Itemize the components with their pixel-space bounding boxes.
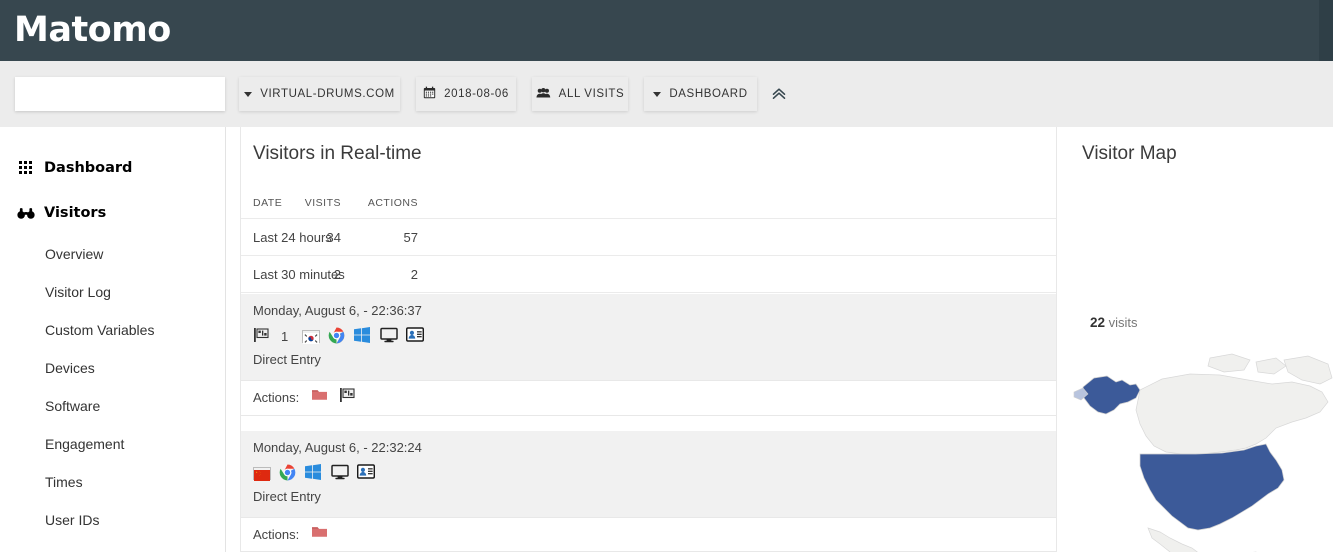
sidebar-item-overview[interactable]: Overview (0, 235, 225, 273)
sidebar-item-visitors[interactable]: Visitors (0, 191, 225, 235)
flag-pole-icon[interactable] (339, 387, 357, 405)
segment-selector-button[interactable]: ALL VISITS (532, 77, 628, 111)
flag-china-icon (253, 466, 271, 481)
widget-title: Visitors in Real-time (253, 143, 422, 164)
column-header-actions: ACTIONS (367, 196, 418, 209)
visitor-icon-row (253, 461, 375, 485)
map-region-arctic-islands (1207, 353, 1251, 373)
actions-icon-row (311, 387, 357, 405)
sidebar-subitem-label: Software (45, 398, 101, 414)
search-input[interactable] (15, 77, 225, 111)
sidebar-subitem-label: Overview (45, 246, 104, 262)
desktop-icon (380, 327, 398, 345)
sidebar-subitem-label: Custom Variables (45, 322, 155, 338)
map-region-mexico[interactable] (1147, 527, 1210, 552)
chrome-icon (328, 327, 346, 345)
folder-icon[interactable] (311, 524, 329, 542)
sidebar-item-dashboard[interactable]: Dashboard (0, 146, 225, 190)
visitors-realtime-widget: Visitors in Real-time DATE VISITS ACTION… (240, 127, 1057, 552)
realtime-summary-table: DATE VISITS ACTIONS Last 24 hours 34 57 … (241, 187, 1056, 293)
binoculars-icon (17, 204, 35, 222)
site-selector-label: VIRTUAL-DRUMS.COM (260, 88, 395, 100)
row-actions: 2 (410, 266, 418, 282)
sidebar-item-visitor-log[interactable]: Visitor Log (0, 273, 225, 311)
sidebar-subitem-label: User IDs (45, 512, 100, 528)
row-actions: 57 (403, 229, 418, 245)
chevron-double-up-icon[interactable] (770, 85, 788, 103)
header-right-strip (1319, 0, 1333, 61)
map-region-greenland (1283, 355, 1333, 385)
visitor-actions-row[interactable]: Actions: (241, 380, 1056, 416)
sidebar-item-label: Visitors (44, 205, 107, 221)
visit-count: 1 (281, 328, 289, 344)
users-icon (536, 87, 551, 102)
brand-logo: Matomo (14, 10, 171, 50)
table-row[interactable]: Last 30 minutes 2 2 (241, 256, 1056, 293)
sidebar-subitem-label: Times (45, 474, 83, 490)
visitor-datetime: Monday, August 6, - 22:36:37 (253, 303, 422, 318)
caret-down-icon (653, 91, 662, 97)
calendar-icon (423, 86, 436, 102)
visitor-datetime: Monday, August 6, - 22:32:24 (253, 440, 422, 455)
site-selector-button[interactable]: VIRTUAL-DRUMS.COM (239, 77, 400, 111)
map-region-alaska[interactable] (1082, 375, 1141, 415)
map-region-usa[interactable] (1139, 443, 1285, 531)
chrome-icon (279, 464, 297, 482)
actions-icon-row (311, 524, 329, 542)
sidebar-item-label: Dashboard (44, 160, 133, 176)
sidebar: Dashboard Visitors Overview Visitor Log … (0, 127, 226, 552)
sidebar-subitem-label: Engagement (45, 436, 125, 452)
sidebar-item-user-ids[interactable]: User IDs (0, 501, 225, 539)
actions-label: Actions: (253, 390, 300, 405)
visitor-entry[interactable]: Monday, August 6, - 22:36:37 1 Direct En… (241, 294, 1056, 380)
world-map[interactable] (1070, 332, 1333, 552)
caret-down-icon (244, 91, 253, 97)
visitor-icon-row: 1 (253, 324, 425, 348)
actions-label: Actions: (253, 527, 300, 542)
id-card-icon (406, 327, 425, 345)
sidebar-item-devices[interactable]: Devices (0, 349, 225, 387)
table-row[interactable]: Last 24 hours 34 57 (241, 219, 1056, 256)
segment-selector-label: ALL VISITS (558, 88, 625, 100)
sidebar-subitem-label: Visitor Log (45, 284, 111, 300)
map-visits-count: 22 visits (1090, 315, 1138, 330)
dashboard-selector-label: DASHBOARD (669, 88, 748, 100)
visitor-referrer: Direct Entry (253, 489, 321, 504)
flag-pole-icon (253, 327, 271, 345)
visitor-actions-row[interactable]: Actions: (241, 517, 1056, 551)
table-header-row: DATE VISITS ACTIONS (241, 187, 1056, 219)
folder-icon[interactable] (311, 387, 329, 405)
windows-icon (354, 327, 372, 345)
id-card-icon (357, 464, 375, 482)
visitor-entry[interactable]: Monday, August 6, - 22:32:24 Direct Entr… (241, 431, 1056, 517)
control-bar: VIRTUAL-DRUMS.COM 2018-08-06 ALL VISITS … (0, 61, 1333, 127)
visitor-map-widget: Visitor Map 22 visits (1070, 127, 1333, 552)
map-visits-label: visits (1108, 315, 1138, 330)
windows-icon (305, 464, 323, 482)
sidebar-item-custom-variables[interactable]: Custom Variables (0, 311, 225, 349)
widget-title: Visitor Map (1082, 143, 1177, 164)
grid-icon (17, 159, 35, 177)
map-region-canada[interactable] (1135, 373, 1329, 455)
date-selector-button[interactable]: 2018-08-06 (416, 77, 516, 111)
sidebar-item-times[interactable]: Times (0, 463, 225, 501)
sidebar-item-engagement[interactable]: Engagement (0, 425, 225, 463)
dashboard-selector-button[interactable]: DASHBOARD (644, 77, 757, 111)
map-visits-number: 22 (1090, 315, 1106, 330)
flag-south-korea-icon (302, 329, 321, 344)
sidebar-subitem-label: Devices (45, 360, 95, 376)
desktop-icon (331, 464, 349, 482)
date-selector-label: 2018-08-06 (444, 88, 509, 100)
visitor-referrer: Direct Entry (253, 352, 321, 367)
map-region-arctic-islands-2 (1255, 357, 1287, 375)
app-header: Matomo (0, 0, 1333, 61)
sidebar-item-software[interactable]: Software (0, 387, 225, 425)
